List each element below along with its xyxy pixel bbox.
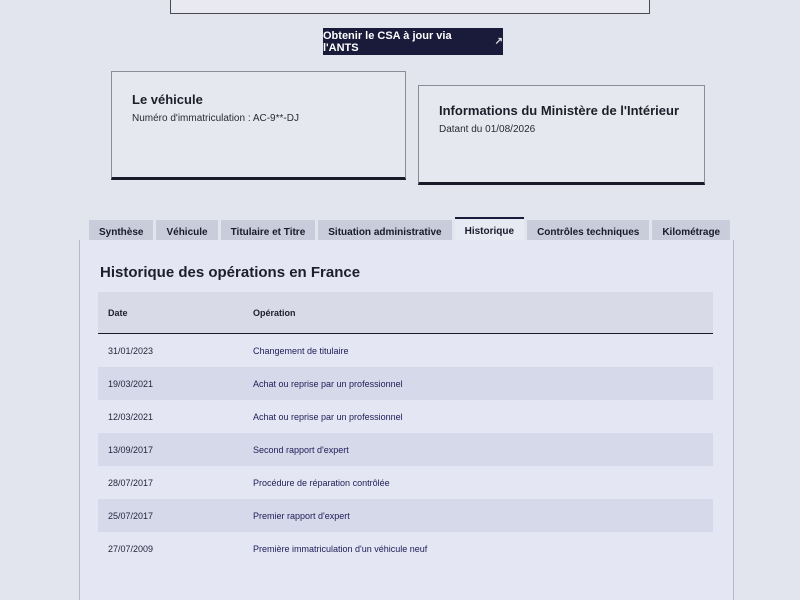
- ants-csa-button[interactable]: Obtenir le CSA à jour via l'ANTS ↗: [323, 28, 503, 55]
- table-body: 31/01/2023 Changement de titulaire 19/03…: [98, 334, 713, 565]
- row-date: 19/03/2021: [108, 378, 154, 389]
- row-operation: Changement de titulaire: [253, 345, 349, 356]
- row-date: 12/03/2021: [108, 411, 154, 422]
- external-link-icon: ↗: [494, 36, 503, 47]
- table-row: 19/03/2021 Achat ou reprise par un profe…: [98, 367, 713, 400]
- row-date: 25/07/2017: [108, 510, 154, 521]
- vehicle-card-title: Le véhicule: [132, 92, 203, 107]
- ministry-card-title: Informations du Ministère de l'Intérieur: [439, 103, 680, 118]
- ministry-date: Datant du 01/08/2026: [439, 124, 536, 135]
- previous-section-box: [170, 0, 650, 14]
- column-header-operation: Opération: [253, 307, 296, 318]
- row-date: 31/01/2023: [108, 345, 154, 356]
- row-date: 13/09/2017: [108, 444, 154, 455]
- row-operation: Procédure de réparation contrôlée: [253, 477, 390, 488]
- row-operation: Second rapport d'expert: [253, 444, 349, 455]
- table-header: Date Opération: [98, 292, 713, 334]
- ministry-card: Informations du Ministère de l'Intérieur…: [418, 85, 705, 185]
- history-panel: Historique des opérations en France Date…: [79, 240, 734, 600]
- table-row: 31/01/2023 Changement de titulaire: [98, 334, 713, 367]
- row-operation: Premier rapport d'expert: [253, 510, 350, 521]
- plate-number: Numéro d'immatriculation : AC-9**-DJ: [132, 113, 299, 124]
- table-row: 13/09/2017 Second rapport d'expert: [98, 433, 713, 466]
- history-table: Date Opération 31/01/2023 Changement de …: [98, 292, 713, 565]
- table-row: 28/07/2017 Procédure de réparation contr…: [98, 466, 713, 499]
- row-date: 28/07/2017: [108, 477, 154, 488]
- tab-bar: Synthèse Véhicule Titulaire et Titre Sit…: [89, 206, 731, 244]
- row-operation: Achat ou reprise par un professionnel: [253, 378, 403, 389]
- column-header-date: Date: [108, 307, 128, 318]
- ants-button-label: Obtenir le CSA à jour via l'ANTS: [323, 29, 452, 54]
- history-title: Historique des opérations en France: [100, 264, 361, 281]
- vehicle-card: Le véhicule Numéro d'immatriculation : A…: [111, 71, 406, 180]
- table-row: 12/03/2021 Achat ou reprise par un profe…: [98, 400, 713, 433]
- row-operation: Première immatriculation d'un véhicule n…: [253, 543, 428, 554]
- table-row: 25/07/2017 Premier rapport d'expert: [98, 499, 713, 532]
- row-date: 27/07/2009: [108, 543, 154, 554]
- table-row: 27/07/2009 Première immatriculation d'un…: [98, 532, 713, 565]
- row-operation: Achat ou reprise par un professionnel: [253, 411, 403, 422]
